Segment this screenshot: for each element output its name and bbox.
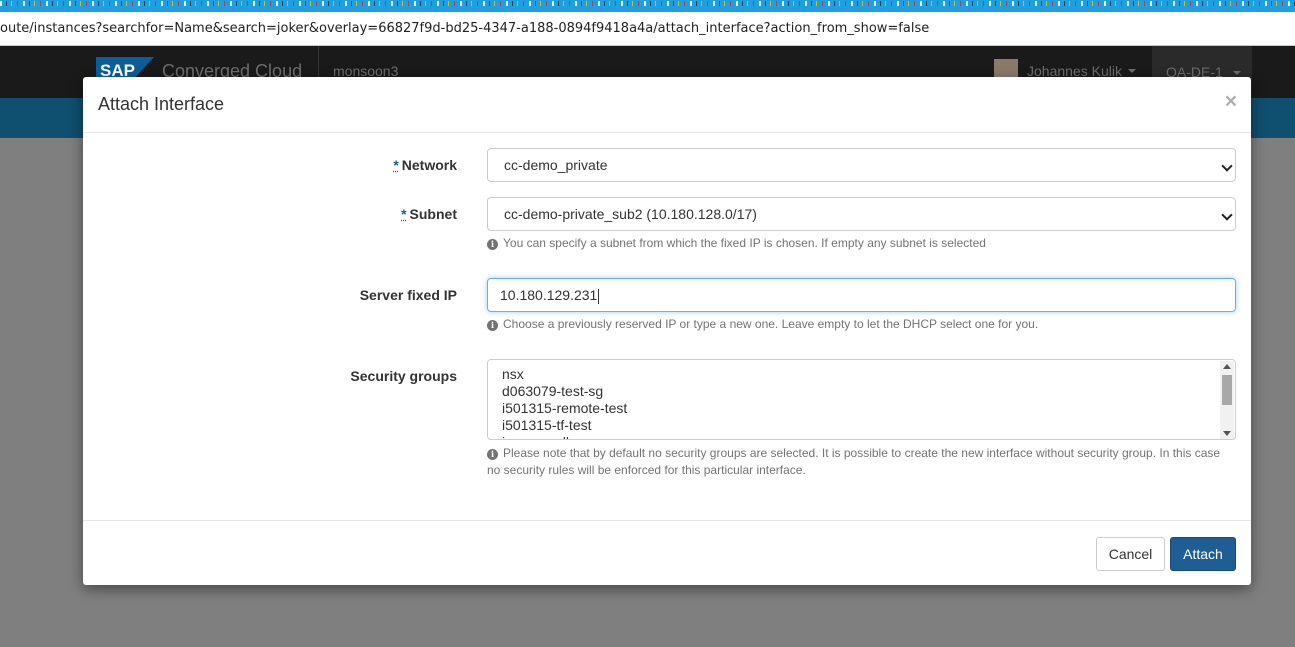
close-icon[interactable]: ×: [1225, 90, 1237, 114]
modal-header: Attach Interface ×: [83, 77, 1251, 133]
network-label: * Network: [393, 157, 457, 173]
scroll-up-icon[interactable]: [1223, 364, 1231, 369]
security-group-option[interactable]: nsx: [502, 366, 1235, 383]
info-icon: i: [487, 449, 498, 460]
url-text: oute/instances?searchfor=Name&search=jok…: [0, 21, 930, 36]
chevron-down-icon: [1232, 71, 1241, 76]
scrollbar[interactable]: [1220, 361, 1234, 439]
attach-interface-dialog: Attach Interface × * Network cc-demo_priv…: [83, 77, 1251, 585]
required-marker: *: [393, 157, 399, 173]
fixed-ip-label: Server fixed IP: [359, 287, 457, 303]
security-groups-multiselect[interactable]: nsx d063079-test-sg i501315-remote-test …: [487, 359, 1236, 440]
required-marker: *: [401, 206, 407, 222]
info-icon: i: [487, 320, 498, 331]
chevron-down-icon: [1221, 209, 1233, 221]
security-groups-help-text: i Please note that by default no security…: [487, 446, 1221, 477]
scroll-down-icon[interactable]: [1223, 431, 1231, 436]
security-group-option[interactable]: i501315-tf-test: [502, 417, 1235, 434]
fixed-ip-help-text: i Choose a previously reserved IP or type…: [487, 316, 1236, 333]
network-select[interactable]: cc-demo_private: [487, 148, 1236, 182]
modal-title: Attach Interface: [98, 94, 225, 114]
subnet-selected-value: cc-demo-private_sub2 (10.180.128.0/17): [504, 206, 757, 222]
security-group-option[interactable]: d063079-test-sg: [502, 383, 1235, 400]
chevron-down-icon: [1221, 160, 1233, 172]
address-bar[interactable]: oute/instances?searchfor=Name&search=jok…: [0, 12, 1295, 46]
security-groups-label: Security groups: [350, 368, 457, 384]
subnet-help-text: i You can specify a subnet from which the…: [487, 235, 1236, 252]
fixed-ip-input[interactable]: 10.180.129.231: [487, 278, 1236, 312]
cancel-button[interactable]: Cancel: [1096, 537, 1165, 571]
scrollbar-thumb[interactable]: [1222, 375, 1232, 405]
info-icon: i: [487, 239, 498, 250]
network-selected-value: cc-demo_private: [504, 157, 608, 173]
subnet-label: * Subnet: [401, 206, 457, 222]
modal-footer: Cancel Attach: [83, 520, 1251, 586]
attach-button[interactable]: Attach: [1170, 537, 1236, 571]
chevron-down-icon: [1127, 69, 1136, 73]
fixed-ip-value: 10.180.129.231: [500, 287, 598, 303]
browser-tab-strip: [0, 0, 1295, 12]
security-group-option[interactable]: i501315-remote-test: [502, 400, 1235, 417]
text-cursor: [598, 288, 600, 304]
subnet-select[interactable]: cc-demo-private_sub2 (10.180.128.0/17): [487, 197, 1236, 231]
security-group-option[interactable]: ingress_all: [502, 434, 1235, 439]
